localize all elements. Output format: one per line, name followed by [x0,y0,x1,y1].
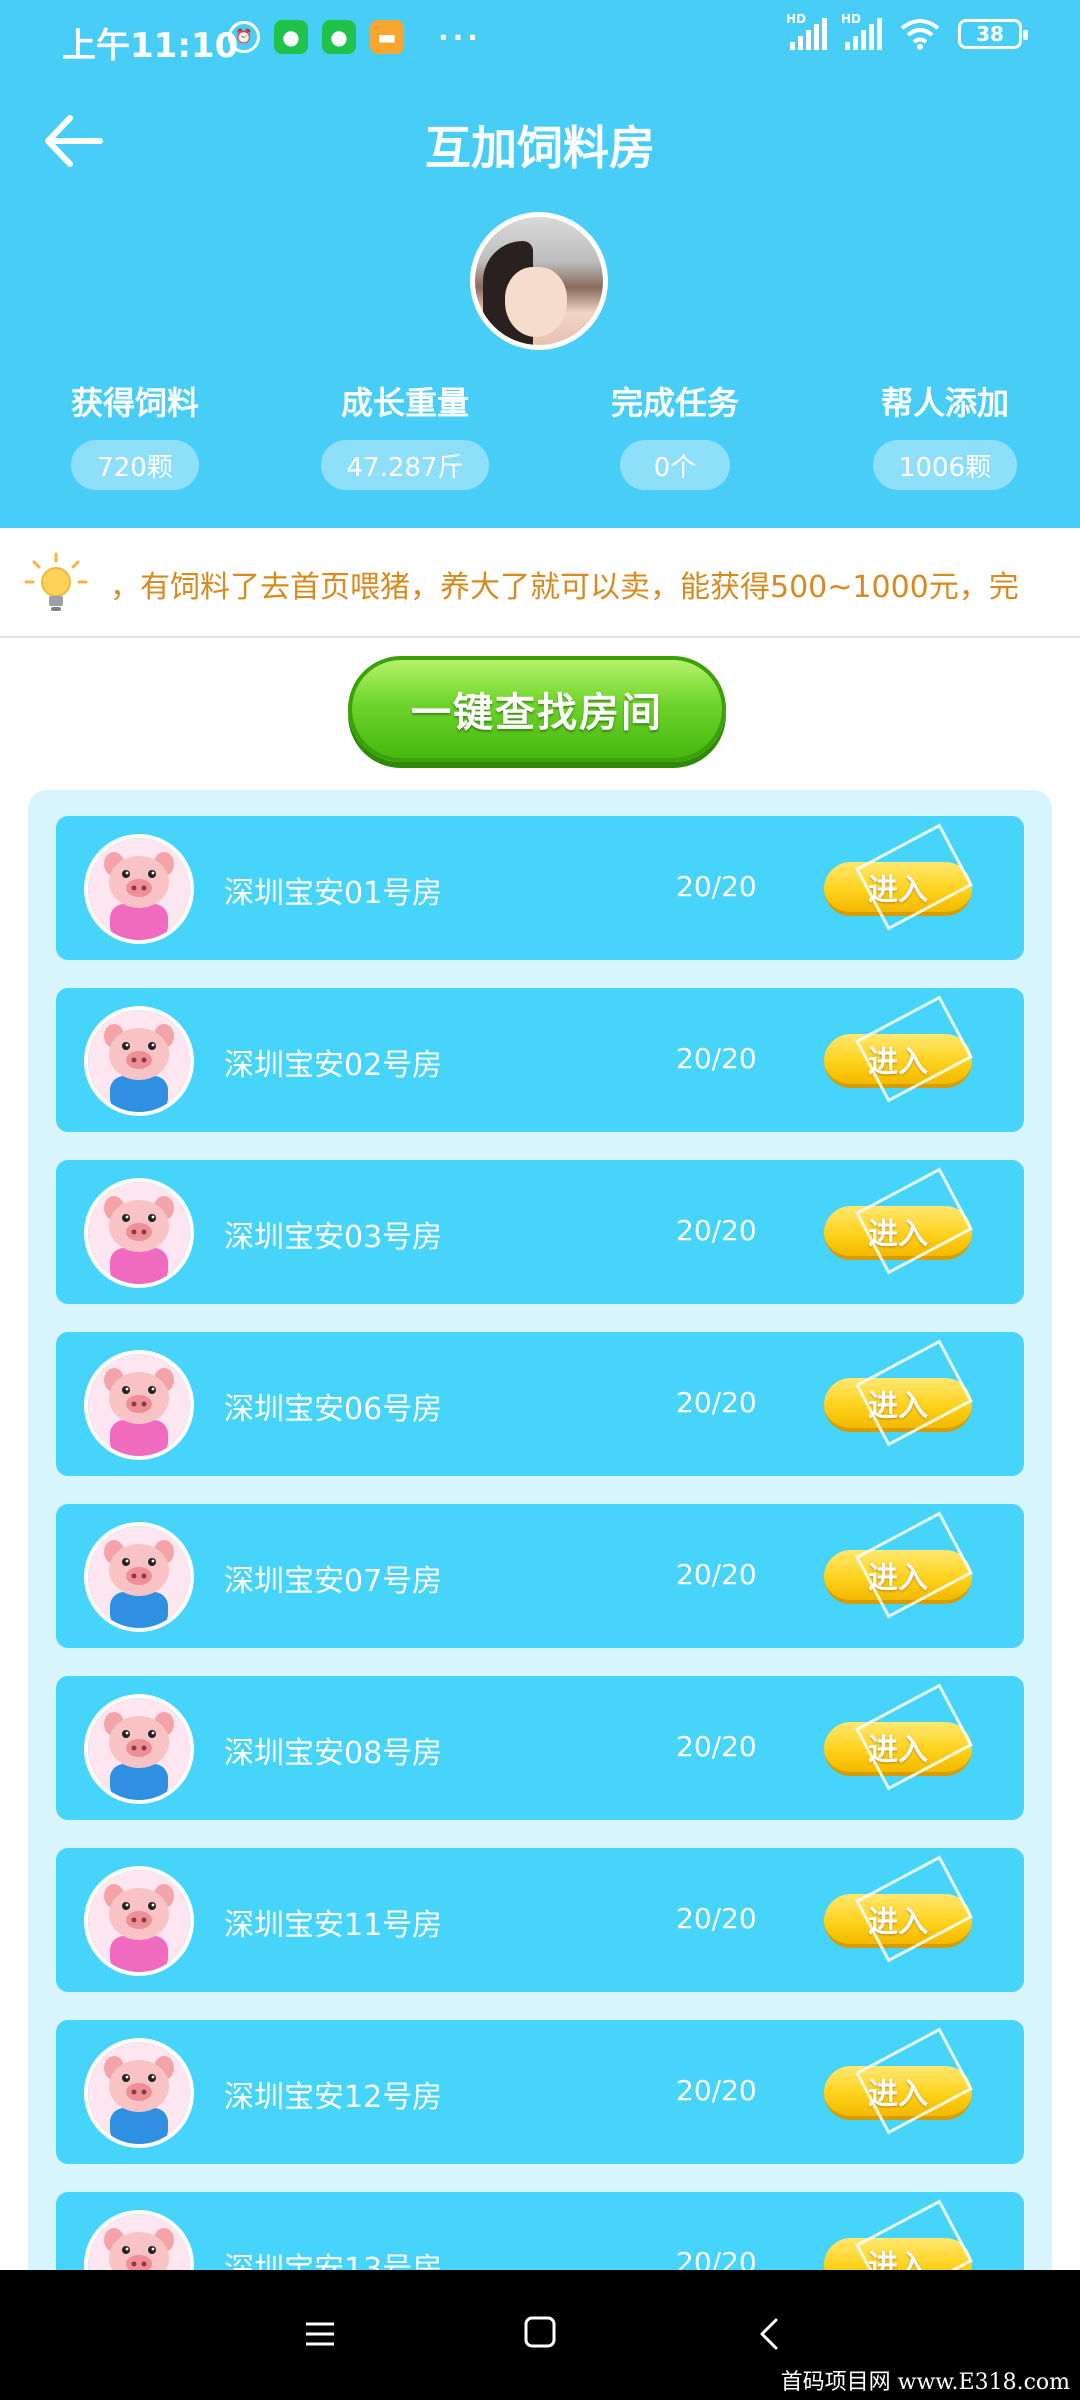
room-name: 深圳宝安12号房 [224,2080,443,2115]
room-occupancy: 20/20 [676,1558,757,1591]
room-occupancy: 20/20 [676,870,757,903]
wifi-icon [900,19,940,50]
room-name: 深圳宝安03号房 [224,1220,443,1255]
stat-value: 720颗 [71,440,199,490]
stat-value: 0个 [620,440,730,490]
alarm-icon: ⏰ [228,21,260,53]
room-row[interactable]: 深圳宝安07号房 20/20 进入 [56,1504,1024,1648]
stat-label: 成长重量 [340,384,469,422]
notification-icons: ⏰ ● ● ▬ ··· [228,20,482,54]
room-name: 深圳宝安07号房 [224,1564,443,1599]
wechat-icon-2: ● [322,20,356,54]
room-occupancy: 20/20 [676,1730,757,1763]
user-avatar[interactable] [470,212,608,350]
room-name: 深圳宝安01号房 [224,876,443,911]
room-occupancy: 20/20 [676,1902,757,1935]
stat-label: 帮人添加 [880,384,1009,422]
room-row[interactable]: 深圳宝安08号房 20/20 进入 [56,1676,1024,1820]
room-occupancy: 20/20 [676,1386,757,1419]
pig-avatar [84,1178,194,1288]
stat-value: 1006颗 [872,440,1018,490]
room-occupancy: 20/20 [676,2074,757,2107]
site-watermark: 首码项目网 www.E318.com [780,2370,1070,2395]
pig-avatar [84,1866,194,1976]
stat-helped-add: 帮人添加 1006颗 [810,378,1080,490]
pig-avatar [84,1350,194,1460]
signal-icon-2: HD [841,12,882,50]
pig-icon [88,1354,190,1456]
pig-avatar [84,1006,194,1116]
more-notifications-icon: ··· [438,20,482,54]
room-row[interactable]: 深圳宝安02号房 20/20 进入 [56,988,1024,1132]
header-area: 上午11:10 ⏰ ● ● ▬ ··· HD HD 38 互加饲料房 获得饲料 … [0,0,1080,528]
pig-icon [88,838,190,940]
wechat-icon: ● [274,20,308,54]
notice-text: ，有饲料了去首页喂猪，养大了就可以卖，能获得500~1000元，完 [110,570,1019,605]
battery-icon: 38 [958,19,1028,49]
pig-icon [88,1698,190,1800]
pig-avatar [84,1694,194,1804]
stat-label: 完成任务 [610,384,739,422]
home-icon[interactable] [522,2314,558,2350]
system-icons: HD HD 38 [786,12,1028,50]
stat-growth-weight: 成长重量 47.287斤 [270,378,540,490]
room-row[interactable]: 深圳宝安06号房 20/20 进入 [56,1332,1024,1476]
room-occupancy: 20/20 [676,1042,757,1075]
message-app-icon: ▬ [370,20,404,54]
pig-icon [88,1182,190,1284]
stat-label: 获得饲料 [70,384,199,422]
system-nav-bar: 首码项目网 www.E318.com [0,2270,1080,2400]
find-room-button[interactable]: 一键查找房间 [348,656,726,762]
room-name: 深圳宝安11号房 [224,1908,443,1943]
status-bar: 上午11:10 ⏰ ● ● ▬ ··· HD HD 38 [0,0,1080,80]
pig-icon [88,2042,190,2144]
signal-icon: HD [786,12,827,50]
pig-icon [88,1526,190,1628]
room-occupancy: 20/20 [676,1214,757,1247]
menu-icon[interactable] [300,2314,340,2354]
room-row[interactable]: 深圳宝安03号房 20/20 进入 [56,1160,1024,1304]
room-name: 深圳宝安02号房 [224,1048,443,1083]
status-time: 上午11:10 [62,26,239,66]
room-row[interactable]: 深圳宝安01号房 20/20 进入 [56,816,1024,960]
stat-tasks-done: 完成任务 0个 [540,378,810,490]
notice-bar: ，有饲料了去首页喂猪，养大了就可以卖，能获得500~1000元，完 [0,528,1080,638]
room-name: 深圳宝安06号房 [224,1392,443,1427]
pig-avatar [84,1522,194,1632]
room-name: 深圳宝安08号房 [224,1736,443,1771]
room-row[interactable]: 深圳宝安12号房 20/20 进入 [56,2020,1024,2164]
pig-avatar [84,2038,194,2148]
lightbulb-icon [24,552,88,611]
back-icon[interactable] [750,2314,790,2354]
stat-value: 47.287斤 [320,440,490,490]
page-title: 互加饲料房 [425,121,655,175]
pig-icon [88,1010,190,1112]
pig-avatar [84,834,194,944]
pig-icon [88,1870,190,1972]
stat-feed-earned: 获得饲料 720颗 [0,378,270,490]
room-row[interactable]: 深圳宝安11号房 20/20 进入 [56,1848,1024,1992]
stats-row: 获得饲料 720颗 成长重量 47.287斤 完成任务 0个 帮人添加 1006… [0,378,1080,490]
